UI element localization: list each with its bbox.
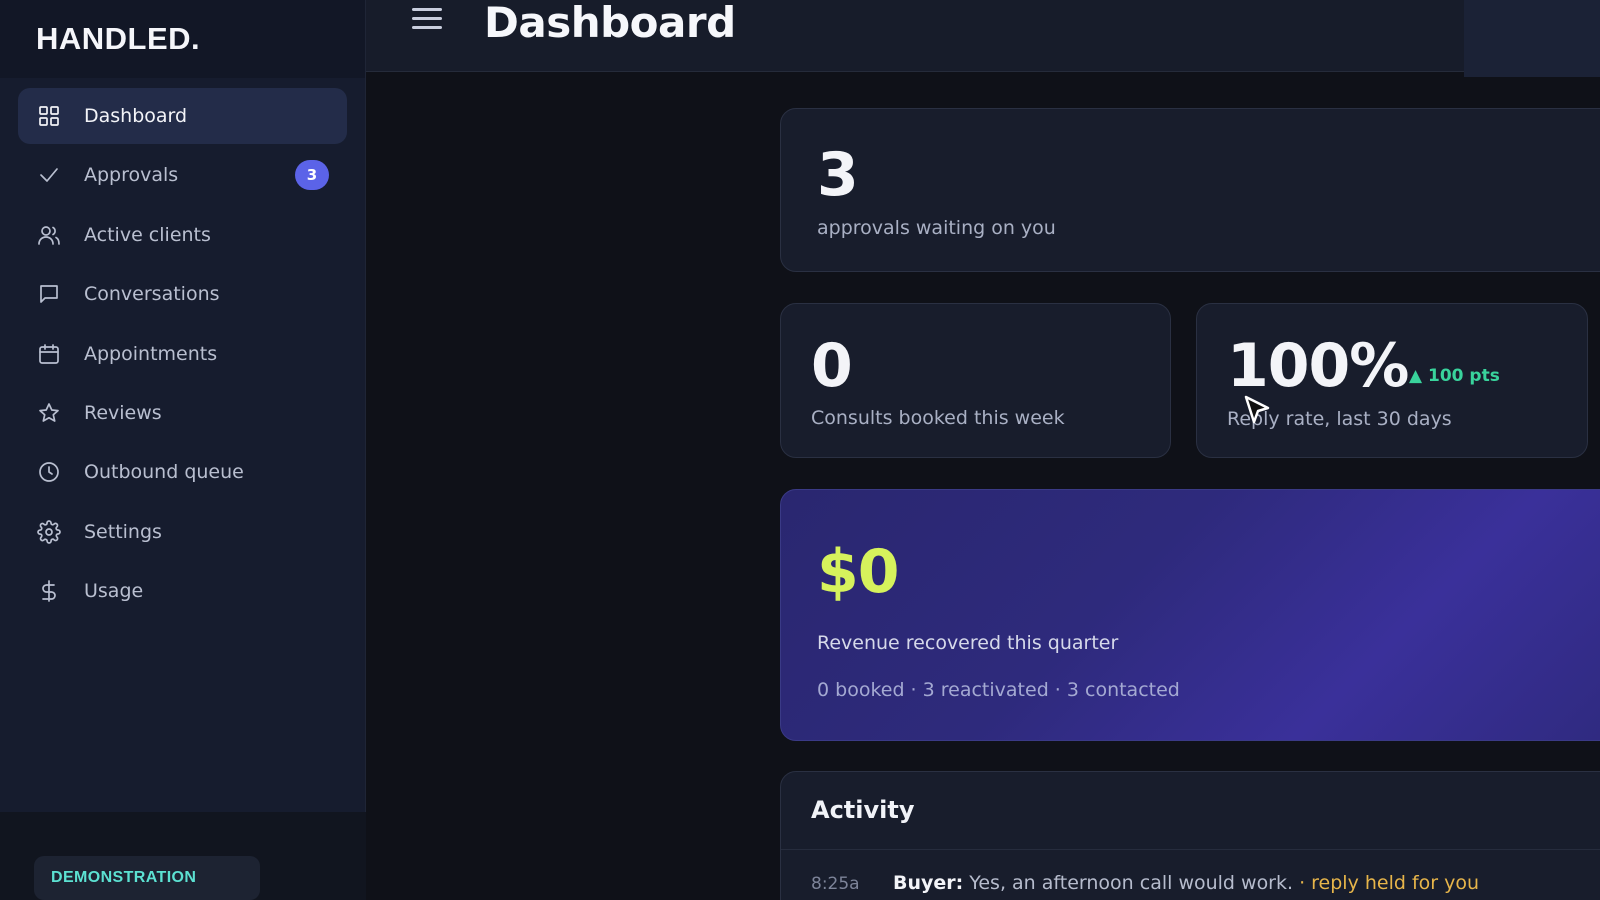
approvals-count: 3 [817,140,859,210]
sidebar-item-label: Usage [84,580,144,603]
activity-message: Yes, an afternoon call would work. [963,872,1294,894]
star-icon [36,400,62,426]
activity-actor: Buyer: [893,872,964,894]
gear-icon [36,519,62,545]
sidebar-item-active-clients[interactable]: Active clients [18,207,347,263]
sidebar-item-label: Outbound queue [84,461,244,484]
sidebar: HANDLED. Dashboard Approvals 3 Active cl… [0,0,366,900]
sidebar-item-dashboard[interactable]: Dashboard [18,88,347,144]
sidebar-item-label: Conversations [84,283,220,306]
revenue-recovered-card[interactable]: $0 Revenue recovered this quarter 0 book… [780,489,1600,741]
consults-label: Consults booked this week [811,407,1065,429]
activity-title: Activity [811,796,915,824]
sidebar-item-settings[interactable]: Settings [18,504,347,560]
menu-icon[interactable] [412,8,442,32]
revenue-value: $0 [817,537,899,607]
approvals-count-badge: 3 [295,160,329,191]
sidebar-item-usage[interactable]: Usage [18,563,347,619]
activity-time: 8:25a [811,874,860,894]
consults-booked-card[interactable]: 0 Consults booked this week [780,303,1171,458]
grid-icon [36,103,62,129]
sidebar-item-label: Reviews [84,401,162,424]
sidebar-item-label: Appointments [84,342,218,365]
sidebar-item-label: Approvals [84,164,179,187]
reply-rate-label: Reply rate, last 30 days [1227,408,1452,430]
sidebar-item-label: Settings [84,520,162,543]
top-bar: Dashboard [366,0,1600,77]
brand-logo[interactable]: HANDLED. [0,0,365,78]
sidebar-item-label: Active clients [84,223,211,246]
sidebar-item-label: Dashboard [84,105,188,127]
calendar-icon [36,341,62,367]
reply-rate-value: 100% [1227,331,1409,401]
chat-icon [36,281,62,307]
users-icon [36,222,62,248]
sidebar-item-appointments[interactable]: Appointments [18,326,347,382]
reply-rate-card[interactable]: 100% ▲ 100 pts Reply rate, last 30 days [1196,303,1588,458]
demonstration-mode-badge: DEMONSTRATION [34,856,260,900]
reply-rate-delta: ▲ 100 pts [1409,366,1500,386]
sidebar-item-reviews[interactable]: Reviews [18,385,347,441]
consults-count: 0 [811,331,853,401]
sidebar-footer: DEMONSTRATION [0,812,366,900]
dollar-icon [36,578,62,604]
sidebar-item-conversations[interactable]: Conversations [18,266,347,322]
activity-row[interactable]: 8:25a Buyer: Yes, an afternoon call would… [811,872,1479,894]
sidebar-nav: Dashboard Approvals 3 Active clients Con… [0,78,365,619]
sidebar-item-outbound-queue[interactable]: Outbound queue [18,444,347,500]
activity-note: · reply held for you [1293,872,1480,894]
revenue-label: Revenue recovered this quarter [817,632,1119,654]
activity-card: Activity 8:25a Buyer: Yes, an afternoon c… [780,771,1600,900]
page-title: Dashboard [484,0,736,47]
revenue-breakdown: 0 booked · 3 reactivated · 3 contacted [817,679,1180,701]
activity-divider [781,849,1600,850]
top-bar-right-panel [1464,0,1600,77]
approvals-label: approvals waiting on you [817,217,1056,239]
approvals-waiting-card[interactable]: 3 approvals waiting on you [780,108,1600,272]
sidebar-item-approvals[interactable]: Approvals 3 [18,147,347,203]
check-icon [36,162,62,188]
clock-icon [36,459,62,485]
